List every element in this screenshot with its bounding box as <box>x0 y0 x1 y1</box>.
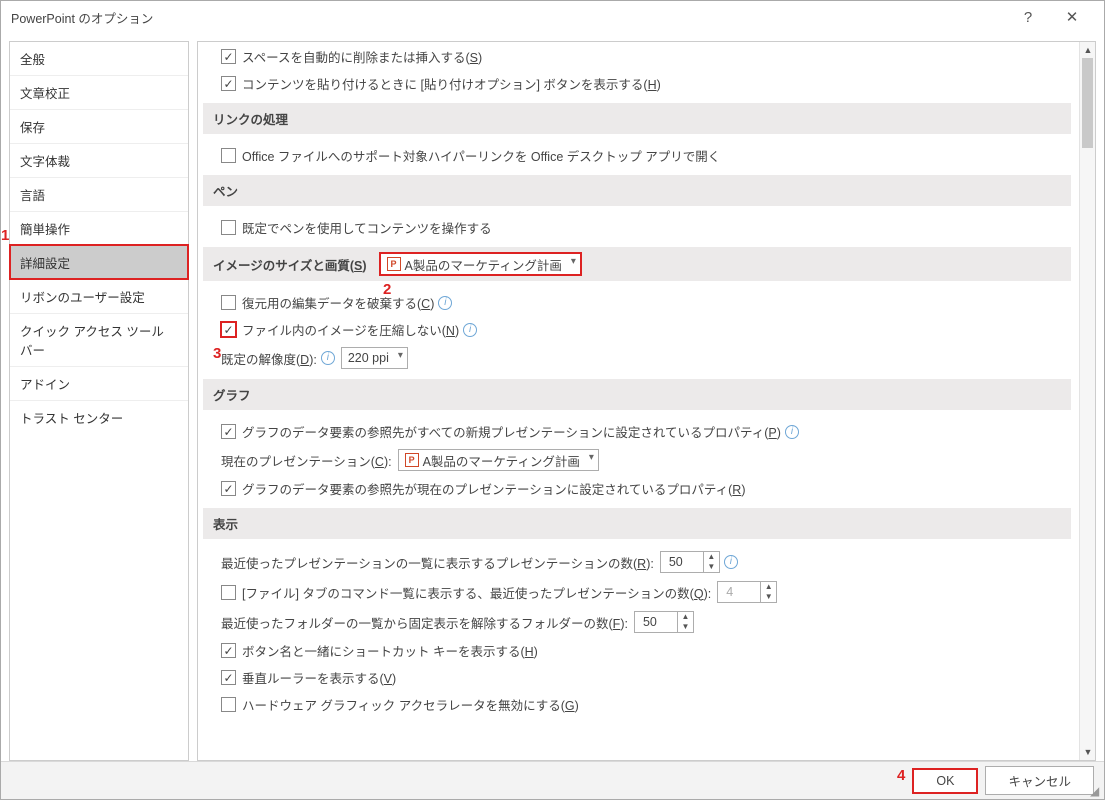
current-presentation-label: 現在のプレゼンテーション(C): <box>221 451 392 470</box>
sidebar-item-proofing[interactable]: 文章校正 <box>10 75 188 109</box>
open-desktop-label: Office ファイルへのサポート対象ハイパーリンクを Office デスクトッ… <box>242 146 720 165</box>
cancel-button[interactable]: キャンセル <box>985 766 1094 795</box>
disable-hw-label: ハードウェア グラフィック アクセラレータを無効にする(G) <box>242 695 579 714</box>
help-button[interactable]: ? <box>1006 9 1050 26</box>
scroll-thumb[interactable] <box>1082 58 1093 148</box>
discard-edit-label: 復元用の編集データを破棄する(C) <box>242 293 434 312</box>
recent-folders-label: 最近使ったフォルダーの一覧から固定表示を解除するフォルダーの数(F): <box>221 613 628 632</box>
vruler-label: 垂直ルーラーを表示する(V) <box>242 668 396 687</box>
recent-pres-label: 最近使ったプレゼンテーションの一覧に表示するプレゼンテーションの数(R): <box>221 553 654 572</box>
chart-prop-all-label: グラフのデータ要素の参照先がすべての新規プレゼンテーションに設定されているプロパ… <box>242 422 781 441</box>
info-icon[interactable] <box>321 351 335 365</box>
chart-prop-cur-label: グラフのデータ要素の参照先が現在のプレゼンテーションに設定されているプロパティ(… <box>242 479 746 498</box>
checkbox-shortcut[interactable] <box>221 643 236 658</box>
sidebar-item-typography[interactable]: 文字体裁 <box>10 143 188 177</box>
window-title: PowerPoint のオプション <box>11 8 1006 27</box>
resize-grip-icon[interactable]: ◢ <box>1090 785 1102 797</box>
sidebar-item-general[interactable]: 全般 <box>10 42 188 75</box>
info-icon[interactable] <box>463 323 477 337</box>
recent-pres-spinner[interactable]: 50 ▲▼ <box>660 551 720 573</box>
checkbox-file-tab-recent[interactable] <box>221 585 236 600</box>
info-icon[interactable] <box>785 425 799 439</box>
auto-space-label: スペースを自動的に削除または挿入する(S) <box>242 47 482 66</box>
scroll-up-icon[interactable]: ▲ <box>1080 42 1096 58</box>
no-compress-label: ファイル内のイメージを圧縮しない(N) <box>242 320 459 339</box>
powerpoint-file-icon <box>405 453 419 467</box>
section-pen: ペン <box>203 175 1071 206</box>
resolution-dropdown[interactable]: 220 ppi <box>341 347 408 369</box>
powerpoint-file-icon <box>387 257 401 271</box>
sidebar-item-ribbon[interactable]: リボンのユーザー設定 <box>10 279 188 313</box>
sidebar-item-trust[interactable]: トラスト センター <box>10 400 188 434</box>
sidebar-item-ease[interactable]: 簡単操作 <box>10 211 188 245</box>
checkbox-no-compress[interactable] <box>221 322 236 337</box>
section-display: 表示 <box>203 508 1071 539</box>
checkbox-discard-edit[interactable] <box>221 295 236 310</box>
checkbox-paste-options[interactable] <box>221 76 236 91</box>
recent-folders-spinner[interactable]: 50 ▲▼ <box>634 611 694 633</box>
shortcut-label: ボタン名と一緒にショートカット キーを表示する(H) <box>242 641 538 660</box>
checkbox-pen-default[interactable] <box>221 220 236 235</box>
titlebar: PowerPoint のオプション ? ✕ <box>1 1 1104 33</box>
scroll-down-icon[interactable]: ▼ <box>1080 744 1096 760</box>
file-tab-recent-label: [ファイル] タブのコマンド一覧に表示する、最近使ったプレゼンテーションの数(Q… <box>242 583 711 602</box>
sidebar-item-language[interactable]: 言語 <box>10 177 188 211</box>
checkbox-chart-prop-cur[interactable] <box>221 481 236 496</box>
paste-options-label: コンテンツを貼り付けるときに [貼り付けオプション] ボタンを表示する(H) <box>242 74 661 93</box>
ok-button[interactable]: OK <box>913 769 977 793</box>
file-tab-recent-spinner[interactable]: 4 ▲▼ <box>717 581 777 603</box>
checkbox-chart-prop-all[interactable] <box>221 424 236 439</box>
checkbox-disable-hw[interactable] <box>221 697 236 712</box>
section-image: イメージのサイズと画質(S) A製品のマーケティング計画 <box>203 247 1071 281</box>
options-dialog: PowerPoint のオプション ? ✕ 全般 文章校正 保存 文字体裁 言語… <box>0 0 1105 800</box>
sidebar-item-addins[interactable]: アドイン <box>10 366 188 400</box>
sidebar-item-save[interactable]: 保存 <box>10 109 188 143</box>
sidebar-item-qat[interactable]: クイック アクセス ツール バー <box>10 313 188 366</box>
sidebar-item-advanced[interactable]: 詳細設定 <box>10 245 188 279</box>
checkbox-vruler[interactable] <box>221 670 236 685</box>
current-presentation-dropdown[interactable]: A製品のマーケティング計画 <box>398 449 599 471</box>
content-panel: スペースを自動的に削除または挿入する(S) コンテンツを貼り付けるときに [貼り… <box>197 41 1096 761</box>
close-button[interactable]: ✕ <box>1050 8 1094 26</box>
checkbox-open-desktop[interactable] <box>221 148 236 163</box>
vertical-scrollbar[interactable]: ▲ ▼ <box>1079 42 1095 760</box>
section-image-title: イメージのサイズと画質(S) <box>213 255 367 274</box>
category-sidebar: 全般 文章校正 保存 文字体裁 言語 簡単操作 詳細設定 リボンのユーザー設定 … <box>9 41 189 761</box>
dialog-footer: OK キャンセル <box>1 761 1104 799</box>
checkbox-auto-space[interactable] <box>221 49 236 64</box>
image-target-dropdown[interactable]: A製品のマーケティング計画 <box>380 253 581 275</box>
section-chart: グラフ <box>203 379 1071 410</box>
default-resolution-label: 既定の解像度(D): <box>221 349 317 368</box>
info-icon[interactable] <box>438 296 452 310</box>
pen-default-label: 既定でペンを使用してコンテンツを操作する <box>242 218 492 237</box>
section-link: リンクの処理 <box>203 103 1071 134</box>
info-icon[interactable] <box>724 555 738 569</box>
